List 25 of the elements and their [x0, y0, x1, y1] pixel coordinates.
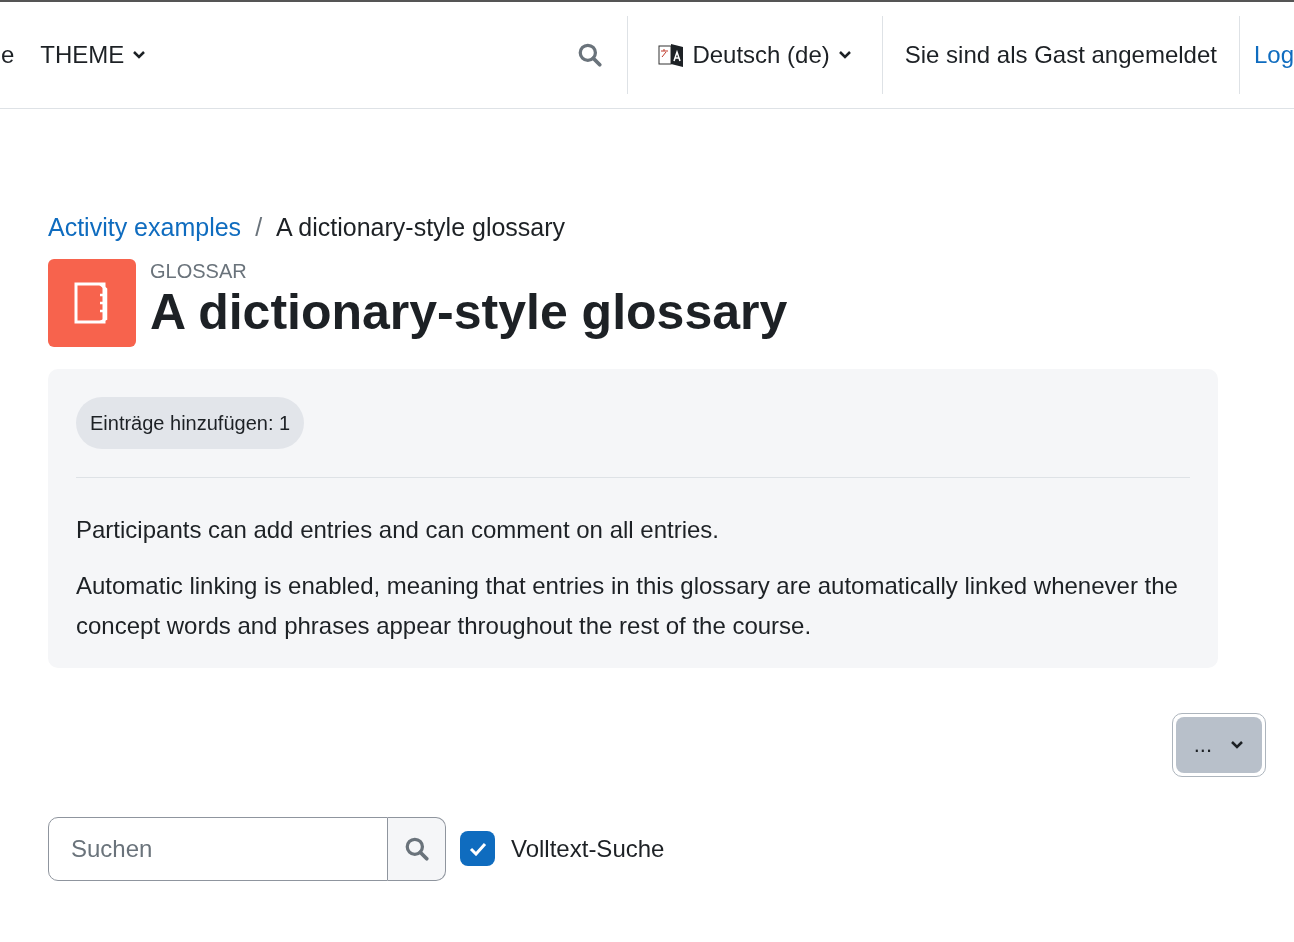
page-title: A dictionary-style glossary	[150, 283, 788, 343]
login-status: Sie sind als Gast angemeldet	[903, 40, 1218, 70]
caret-icon	[132, 50, 147, 60]
completion-badge: Einträge hinzufügen: 1	[76, 396, 305, 449]
search-icon	[403, 835, 430, 862]
description-paragraph: Participants can add entries and can comment on all entries.	[76, 514, 721, 545]
language-icon	[658, 41, 685, 69]
activity-type-label: GLOSSAR	[150, 261, 248, 282]
fulltext-label: Volltext-Suche	[511, 833, 665, 864]
breadcrumb-current: A dictionary-style glossary	[276, 212, 566, 243]
caret-icon	[1230, 739, 1244, 750]
nav-link[interactable]: e	[0, 37, 15, 73]
checkmark-icon	[468, 841, 487, 856]
breadcrumb-separator: /	[255, 212, 263, 243]
language-menu[interactable]: Deutsch (de)	[628, 37, 882, 73]
login-link[interactable]: Log	[1239, 37, 1294, 73]
caret-icon	[837, 50, 852, 60]
actions-menu-button[interactable]: ...	[1175, 716, 1262, 773]
search-field[interactable]: Suchen	[48, 816, 388, 881]
fulltext-checkbox[interactable]	[460, 831, 495, 866]
search-icon[interactable]	[577, 42, 604, 68]
nav-dropdown[interactable]: THEME	[40, 37, 147, 73]
breadcrumb-link[interactable]: Activity examples	[48, 209, 242, 247]
description-paragraph: Automatic linking is enabled, meaning that entries in this glossary are automatically linked whenever the concept words and phrases appear throughout the rest of the course.	[76, 570, 1179, 641]
search-button[interactable]	[388, 816, 446, 881]
